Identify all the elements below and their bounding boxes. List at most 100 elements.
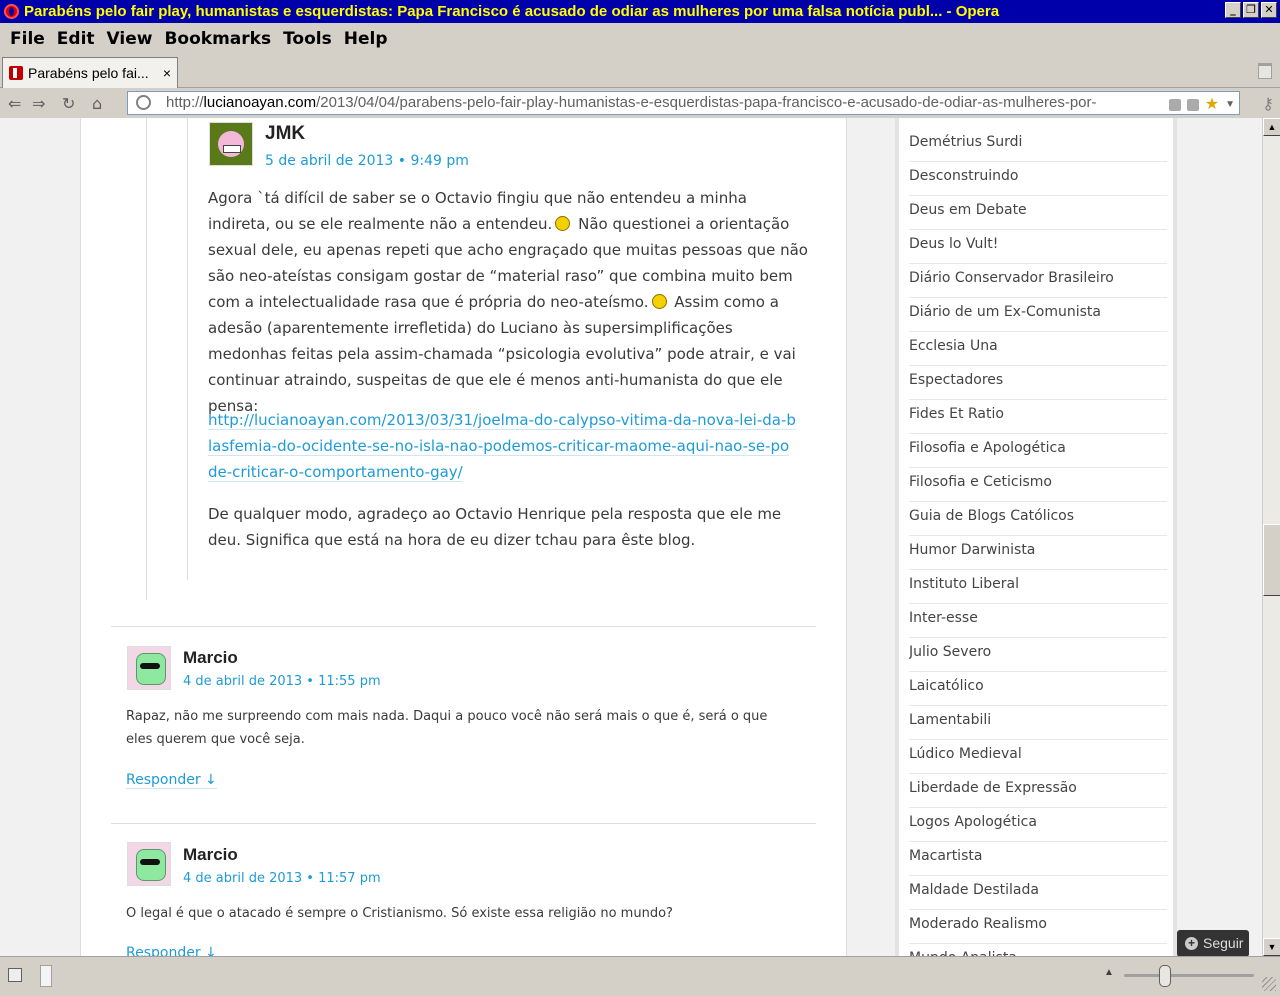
blogroll-link[interactable]: Instituto Liberal xyxy=(909,570,1167,604)
blogroll-link[interactable]: Mundo Analista xyxy=(909,944,1167,956)
sad-smiley-icon xyxy=(651,294,667,309)
avatar-marcio[interactable] xyxy=(127,646,171,690)
address-field-actions: ★ ▼ xyxy=(1164,94,1235,114)
comment-text: Rapaz, não me surpreendo com mais nada. … xyxy=(126,709,768,747)
blogroll-link[interactable]: Liberdade de Expressão xyxy=(909,774,1167,808)
blogroll-link[interactable]: Laicatólico xyxy=(909,672,1167,706)
blogroll-link[interactable]: Espectadores xyxy=(909,366,1167,400)
zoom-triangle-icon[interactable]: ▲ xyxy=(1104,967,1114,978)
avatar-marcio[interactable] xyxy=(127,842,171,886)
comment-paragraph: Agora `tá difícil de saber se o Octavio … xyxy=(208,185,808,419)
thread-line xyxy=(146,118,147,600)
blogroll-link[interactable]: Demétrius Surdi xyxy=(909,128,1167,162)
trash-icon[interactable] xyxy=(1258,63,1272,79)
window-controls: _ ❐ ✕ xyxy=(1225,2,1277,18)
comment-link[interactable]: http://lucianoayan.com/2013/03/31/joelma… xyxy=(208,411,796,482)
url-scheme: http:// xyxy=(166,94,204,111)
blogroll-link[interactable]: Deus lo Vult! xyxy=(909,230,1167,264)
blogroll-link[interactable]: Julio Severo xyxy=(909,638,1167,672)
comment-date-link[interactable]: 4 de abril de 2013 • 11:55 pm xyxy=(183,674,381,689)
blogroll-link[interactable]: Inter-esse xyxy=(909,604,1167,638)
reply-link[interactable]: Responder ↓ xyxy=(126,772,217,789)
tab-title: Parabéns pelo fai... xyxy=(28,65,149,81)
blogroll-link[interactable]: Guia de Blogs Católicos xyxy=(909,502,1167,536)
panel-toggle-icon[interactable] xyxy=(8,968,22,982)
blogroll-link[interactable]: Lamentabili xyxy=(909,706,1167,740)
comment-author[interactable]: Marcio xyxy=(183,648,238,668)
follow-label: Seguir xyxy=(1203,935,1244,951)
menu-bookmarks[interactable]: Bookmarks xyxy=(158,29,277,49)
tab-close-button[interactable]: × xyxy=(163,65,177,81)
vertical-scrollbar[interactable]: ▲ ▼ xyxy=(1262,118,1280,956)
status-field xyxy=(40,965,52,987)
window-title: Parabéns pelo fair play, humanistas e es… xyxy=(24,3,1000,20)
tab-active[interactable]: Parabéns pelo fai... × xyxy=(2,57,178,88)
minimize-button[interactable]: _ xyxy=(1225,2,1241,18)
wand-key-icon[interactable]: ⚷ xyxy=(1262,94,1274,114)
blogroll-link[interactable]: Fides Et Ratio xyxy=(909,400,1167,434)
menu-edit[interactable]: Edit xyxy=(51,29,101,49)
blogroll-link[interactable]: Diário de um Ex-Comunista xyxy=(909,298,1167,332)
rss-feed-icon[interactable] xyxy=(1186,99,1199,111)
status-bar: ▲ xyxy=(0,956,1280,996)
back-arrow-icon[interactable]: ⇐ xyxy=(8,94,21,113)
zoom-slider-handle[interactable] xyxy=(1159,965,1171,987)
menu-help[interactable]: Help xyxy=(338,29,394,49)
blogroll-link[interactable]: Deus em Debate xyxy=(909,196,1167,230)
plus-icon: + xyxy=(1185,937,1198,950)
blogroll-list: Demétrius Surdi Desconstruindo Deus em D… xyxy=(909,128,1167,956)
stop-icon[interactable] xyxy=(1168,99,1181,111)
site-favicon-icon xyxy=(9,66,23,80)
window-titlebar: Parabéns pelo fair play, humanistas e es… xyxy=(0,0,1280,23)
reload-icon[interactable]: ↻ xyxy=(62,94,75,113)
tab-bar: Parabéns pelo fai... × xyxy=(0,55,1280,88)
scroll-down-button[interactable]: ▼ xyxy=(1263,938,1280,956)
forward-arrow-icon[interactable]: ⇒ xyxy=(32,94,45,113)
blogroll-link[interactable]: Humor Darwinista xyxy=(909,536,1167,570)
comment-date-link[interactable]: 5 de abril de 2013 • 9:49 pm xyxy=(265,153,469,169)
url-path: /2013/04/04/parabens-pelo-fair-play-huma… xyxy=(316,94,1097,111)
navigation-bar: ⇐ ⇒ ↻ ⌂ http://lucianoayan.com/2013/04/0… xyxy=(0,88,1280,118)
follow-button[interactable]: + Seguir xyxy=(1177,930,1249,957)
blogroll-link[interactable]: Diário Conservador Brasileiro xyxy=(909,264,1167,298)
blogroll-link[interactable]: Moderado Realismo xyxy=(909,910,1167,944)
blogroll-link[interactable]: Logos Apologética xyxy=(909,808,1167,842)
close-window-button[interactable]: ✕ xyxy=(1261,2,1277,18)
blogroll-link[interactable]: Ecclesia Una xyxy=(909,332,1167,366)
globe-icon xyxy=(136,95,151,110)
address-dropdown-icon[interactable]: ▼ xyxy=(1225,94,1235,114)
comment-separator xyxy=(111,626,816,627)
blogroll-link[interactable]: Macartista xyxy=(909,842,1167,876)
blogroll-link[interactable]: Filosofia e Apologética xyxy=(909,434,1167,468)
url-domain: lucianoayan.com xyxy=(203,94,317,111)
comment-date-link[interactable]: 4 de abril de 2013 • 11:57 pm xyxy=(183,871,381,886)
reply-link[interactable]: Responder ↓ xyxy=(126,945,217,956)
restore-button[interactable]: ❐ xyxy=(1243,2,1259,18)
zoom-slider-track[interactable] xyxy=(1124,974,1254,977)
opera-logo-icon xyxy=(4,4,19,19)
home-icon[interactable]: ⌂ xyxy=(92,94,102,113)
comment-author[interactable]: JMK xyxy=(265,123,305,145)
menu-bar: File Edit View Bookmarks Tools Help xyxy=(0,23,1280,55)
reply-line xyxy=(187,118,188,580)
address-field[interactable]: http://lucianoayan.com/2013/04/04/parabe… xyxy=(127,91,1240,115)
comment-link-paragraph: http://lucianoayan.com/2013/03/31/joelma… xyxy=(208,407,798,485)
menu-tools[interactable]: Tools xyxy=(277,29,338,49)
bookmark-star-icon[interactable]: ★ xyxy=(1205,94,1219,114)
blogroll-link[interactable]: Lúdico Medieval xyxy=(909,740,1167,774)
blogroll-link[interactable]: Maldade Destilada xyxy=(909,876,1167,910)
menu-file[interactable]: File xyxy=(4,29,51,49)
comment-text: O legal é que o atacado é sempre o Crist… xyxy=(126,906,673,921)
avatar-jmk[interactable] xyxy=(209,122,253,166)
blogroll-link[interactable]: Filosofia e Ceticismo xyxy=(909,468,1167,502)
comment-text-part: Assim como a adesão (aparentemente irref… xyxy=(208,293,796,415)
comment-separator xyxy=(111,823,816,824)
menu-view[interactable]: View xyxy=(101,29,159,49)
comment-paragraph: De qualquer modo, agradeço ao Octavio He… xyxy=(208,505,782,549)
blogroll-link[interactable]: Desconstruindo xyxy=(909,162,1167,196)
comment-author[interactable]: Marcio xyxy=(183,845,238,865)
resize-grip-icon[interactable] xyxy=(1262,977,1276,991)
confused-smiley-icon xyxy=(555,216,571,231)
scroll-up-button[interactable]: ▲ xyxy=(1263,118,1280,136)
scrollbar-thumb[interactable] xyxy=(1263,524,1280,596)
